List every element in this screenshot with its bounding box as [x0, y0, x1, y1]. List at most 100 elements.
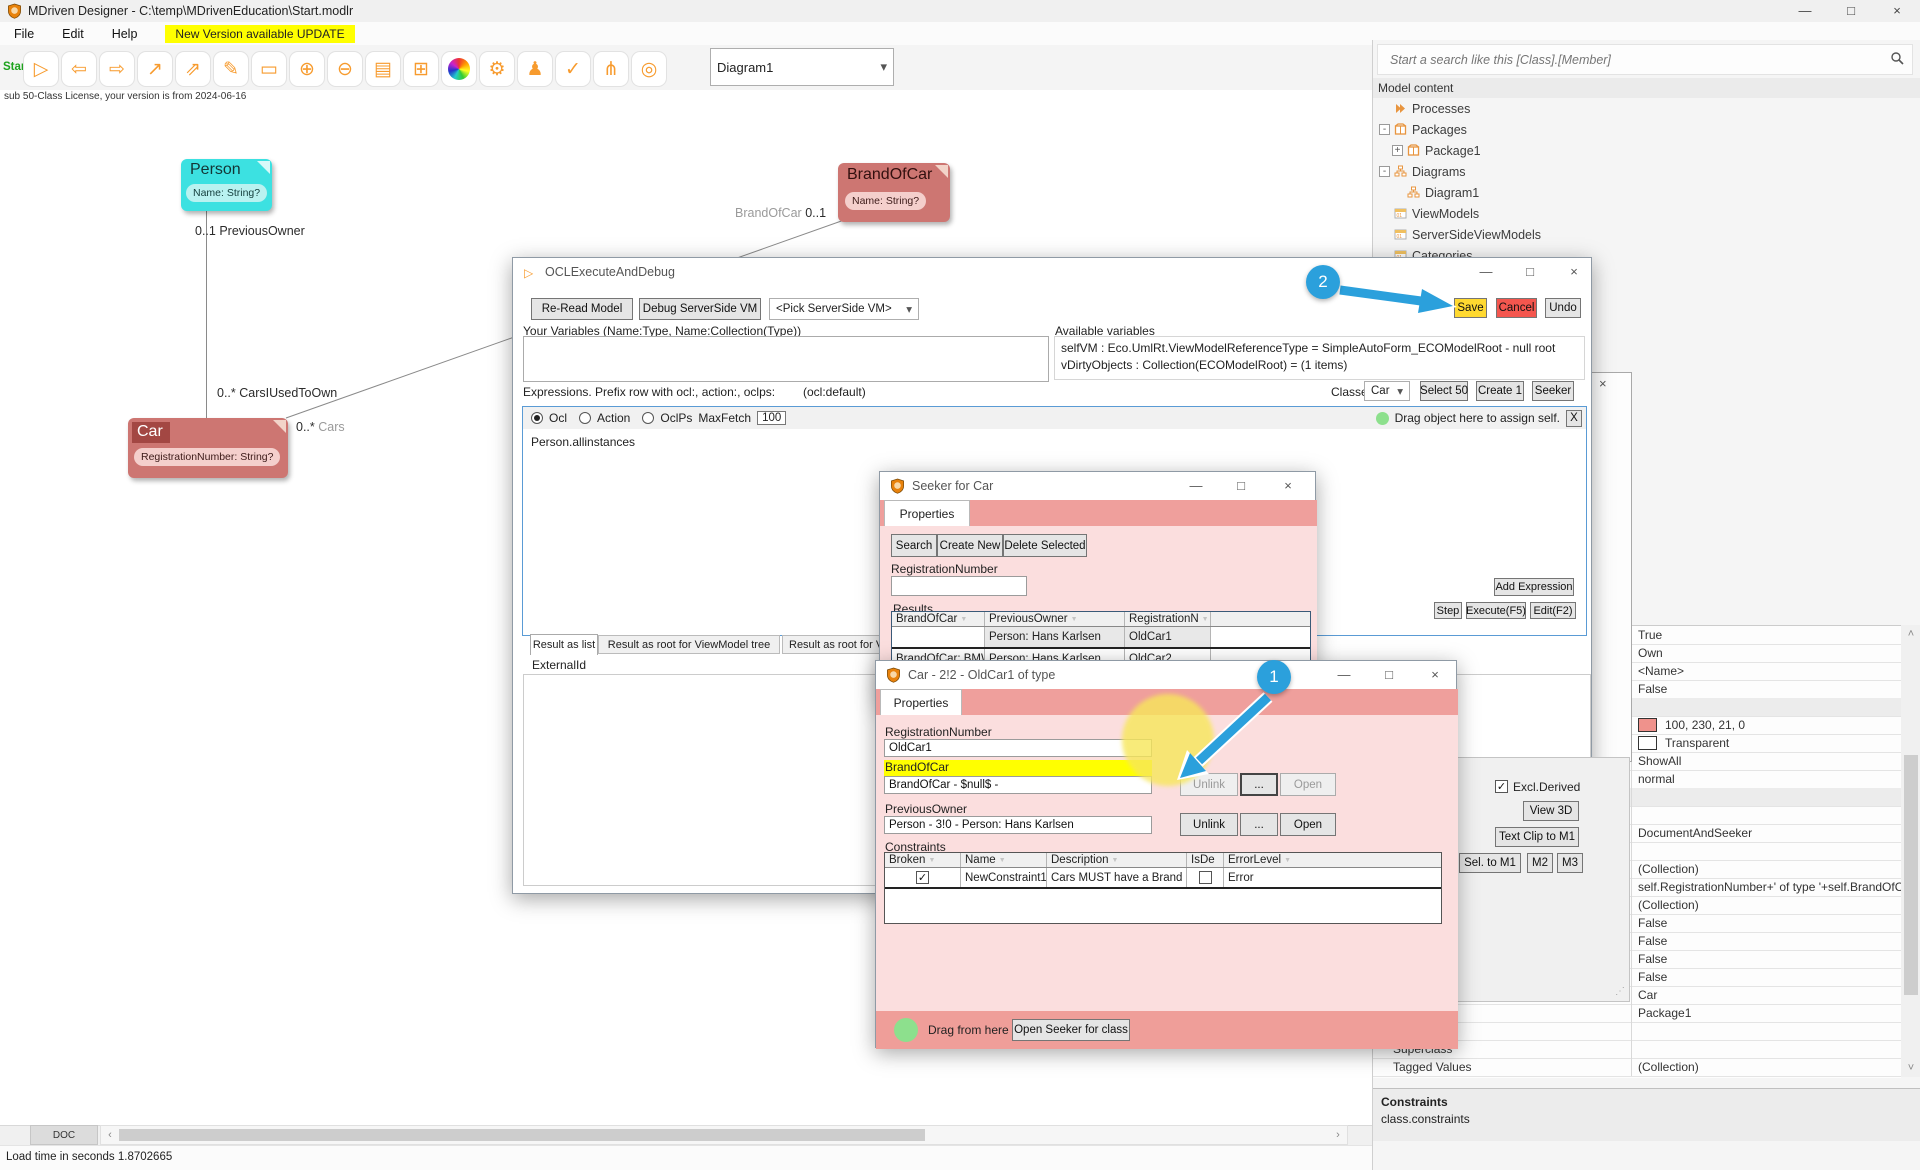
filter-funnel-icon[interactable]: ▼: [1202, 616, 1209, 623]
maximize-button[interactable]: □: [1828, 0, 1874, 22]
column-isdefault[interactable]: IsDe: [1187, 853, 1224, 867]
doc-tab[interactable]: DOC: [30, 1125, 98, 1145]
sidebar-item-processes[interactable]: Processes: [1373, 98, 1920, 119]
class-car-attribute[interactable]: RegistrationNumber: String?: [134, 448, 280, 466]
collapse-icon[interactable]: -: [1379, 124, 1390, 135]
maximize-button[interactable]: □: [1225, 475, 1257, 497]
filter-funnel-icon[interactable]: ▼: [1071, 616, 1078, 623]
settings-gears-icon[interactable]: ⚙: [479, 51, 515, 87]
property-value[interactable]: DocumentAndSeeker: [1631, 824, 1901, 842]
your-variables-input[interactable]: [523, 336, 1049, 382]
property-value[interactable]: [1631, 698, 1901, 716]
broken-cell[interactable]: ✓: [885, 868, 961, 887]
registrationnumber-input[interactable]: [884, 739, 1152, 757]
filter-funnel-icon[interactable]: ▼: [1112, 857, 1119, 864]
broken-checkbox[interactable]: ✓: [916, 871, 929, 884]
search-input[interactable]: [1386, 52, 1890, 68]
play-icon[interactable]: ▷: [23, 51, 59, 87]
close-button[interactable]: ×: [1874, 0, 1920, 22]
property-value[interactable]: (Collection): [1631, 860, 1901, 878]
m2-button[interactable]: M2: [1527, 853, 1553, 873]
property-value[interactable]: False: [1631, 968, 1901, 986]
save-button[interactable]: Save: [1454, 298, 1487, 318]
validate-check-icon[interactable]: ✓: [555, 51, 591, 87]
debug-serverside-vm-button[interactable]: Debug ServerSide VM: [639, 298, 761, 320]
edit-button[interactable]: Edit(F2): [1530, 602, 1576, 619]
resize-grip[interactable]: ⋰: [1615, 986, 1625, 997]
property-value[interactable]: 100, 230, 21, 0: [1631, 716, 1901, 734]
minimize-button[interactable]: —: [1470, 261, 1502, 283]
isdefault-cell[interactable]: [1187, 868, 1224, 887]
diagram-selector[interactable]: Diagram1 ▾: [710, 48, 894, 86]
select-50-button[interactable]: Select 50: [1420, 381, 1468, 401]
column-errorlevel[interactable]: ErrorLevel▼: [1224, 853, 1441, 867]
undo-button[interactable]: Undo: [1545, 298, 1581, 318]
class-person-attribute[interactable]: Name: String?: [186, 184, 267, 202]
maxfetch-input[interactable]: 100: [757, 411, 786, 425]
minimize-button[interactable]: —: [1782, 0, 1828, 22]
color-swatch[interactable]: [1638, 736, 1657, 750]
clear-self-button[interactable]: X: [1566, 410, 1582, 427]
maximize-button[interactable]: □: [1373, 664, 1405, 686]
registrationnumber-input[interactable]: [891, 576, 1027, 596]
property-value[interactable]: [1631, 806, 1901, 824]
property-value[interactable]: Transparent: [1631, 734, 1901, 752]
filter-funnel-icon[interactable]: ▼: [928, 857, 935, 864]
column-broken[interactable]: Broken▼: [885, 853, 961, 867]
close-button[interactable]: ×: [1419, 664, 1451, 686]
drag-source-dot-icon[interactable]: [894, 1018, 918, 1042]
scroll-right-icon[interactable]: ›: [1331, 1129, 1345, 1141]
seeker-button[interactable]: Seeker: [1532, 381, 1574, 401]
result-row[interactable]: Person: Hans Karlsen OldCar1: [892, 627, 1310, 649]
ocl-radio[interactable]: [531, 412, 543, 424]
property-value[interactable]: ShowAll: [1631, 752, 1901, 770]
expression-row[interactable]: Person.allinstances: [523, 429, 1586, 449]
tab-properties[interactable]: Properties: [880, 689, 962, 716]
cell[interactable]: [892, 627, 985, 647]
car-titlebar[interactable]: Car - 2!2 - OldCar1 of type — □ ×: [876, 661, 1456, 689]
property-grid-scrollbar[interactable]: ˄ ˅: [1901, 625, 1920, 1077]
column-description[interactable]: Description▼: [1047, 853, 1187, 867]
property-value[interactable]: Own: [1631, 644, 1901, 662]
m3-button[interactable]: M3: [1557, 853, 1583, 873]
debugger-target-icon[interactable]: ◎: [631, 51, 667, 87]
property-value[interactable]: [1631, 788, 1901, 806]
sidebar-item-diagrams[interactable]: -Diagrams: [1373, 161, 1920, 182]
filter-funnel-icon[interactable]: ▼: [960, 616, 967, 623]
class-brandofcar[interactable]: BrandOfCar Name: String?: [838, 163, 950, 222]
pick-serverside-vm-dropdown[interactable]: <Pick ServerSide VM> ▾: [769, 298, 919, 320]
search-button[interactable]: Search: [891, 534, 937, 557]
zoom-out-icon[interactable]: ⊖: [327, 51, 363, 87]
sidebar-item-package1[interactable]: +Package1: [1373, 140, 1920, 161]
scroll-down-icon[interactable]: ˅: [1901, 1062, 1920, 1074]
main-titlebar[interactable]: MDriven Designer - C:\temp\MDrivenEducat…: [0, 0, 1920, 23]
connector-nodes-icon[interactable]: ⋔: [593, 51, 629, 87]
close-button[interactable]: ×: [1272, 475, 1304, 497]
column-previousowner[interactable]: PreviousOwner▼: [985, 612, 1125, 626]
expand-icon[interactable]: +: [1392, 145, 1403, 156]
viewmodel-window-icon[interactable]: ▤: [365, 51, 401, 87]
cell[interactable]: OldCar1: [1125, 627, 1211, 647]
class-person[interactable]: Person Name: String?: [181, 159, 272, 211]
sel-to-m1-button[interactable]: Sel. to M1: [1459, 853, 1521, 873]
property-value[interactable]: Package1: [1631, 1004, 1901, 1022]
property-value[interactable]: False: [1631, 932, 1901, 950]
property-value[interactable]: <Name>: [1631, 662, 1901, 680]
filter-funnel-icon[interactable]: ▼: [999, 857, 1006, 864]
sidebar-item-viewmodels[interactable]: 01ViewModels: [1373, 203, 1920, 224]
minimize-button[interactable]: —: [1180, 475, 1212, 497]
name-cell[interactable]: NewConstraint1: [961, 868, 1047, 887]
maximize-button[interactable]: □: [1514, 261, 1546, 283]
execute-button[interactable]: Execute(F5): [1466, 602, 1526, 619]
scroll-left-icon[interactable]: ‹: [103, 1129, 117, 1141]
property-value[interactable]: (Collection): [1631, 1058, 1901, 1076]
brand-picker-button[interactable]: ...: [1240, 773, 1278, 796]
owner-picker-button[interactable]: ...: [1240, 813, 1278, 836]
view-3d-button[interactable]: View 3D: [1523, 801, 1579, 821]
errorlevel-cell[interactable]: Error: [1224, 868, 1441, 887]
property-row[interactable]: Tagged Values(Collection): [1373, 1058, 1901, 1077]
isdefault-checkbox[interactable]: [1199, 871, 1212, 884]
ocl-titlebar[interactable]: ▷ OCLExecuteAndDebug — □ ×: [513, 258, 1591, 286]
menu-file[interactable]: File: [0, 27, 48, 41]
oclps-radio[interactable]: [642, 412, 654, 424]
